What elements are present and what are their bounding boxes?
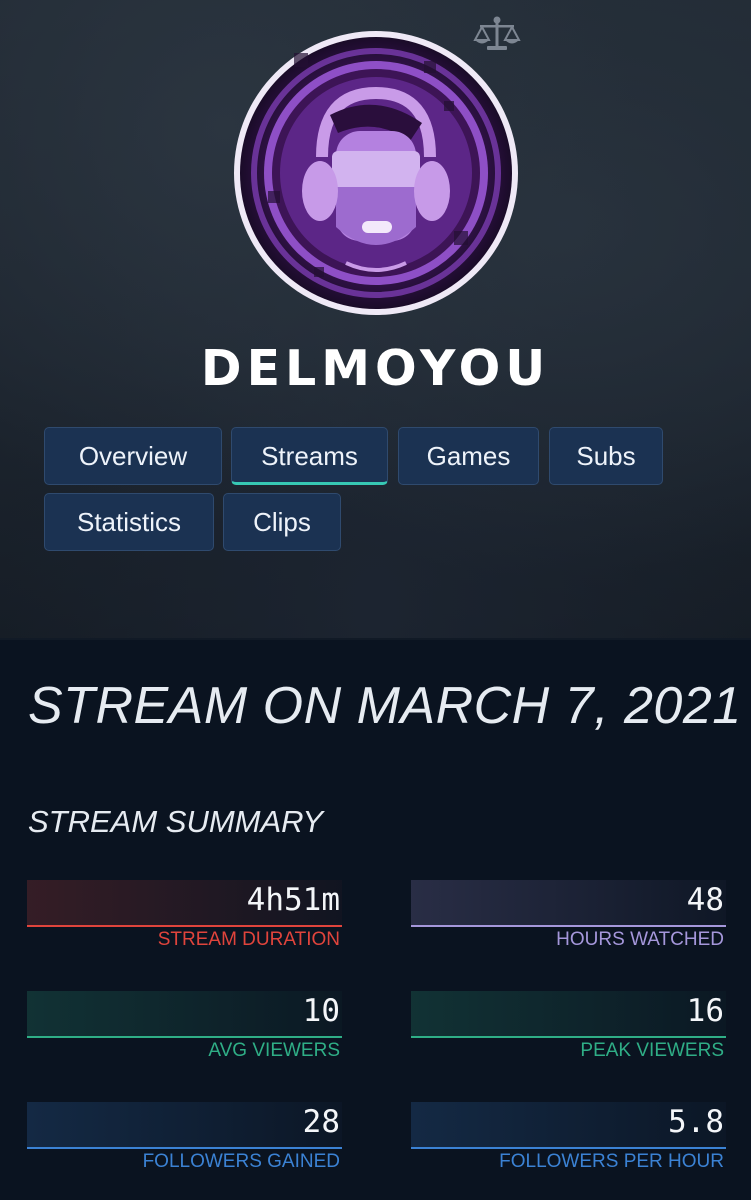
stat-followers-gained: 28 FOLLOWERS GAINED — [27, 1102, 342, 1172]
stat-stream-duration: 4h51m STREAM DURATION — [27, 880, 342, 950]
stat-underline — [411, 1147, 726, 1149]
stat-value: 16 — [686, 993, 724, 1029]
tab-overview[interactable]: Overview — [44, 427, 222, 485]
stat-hours-watched: 48 HOURS WATCHED — [411, 880, 726, 950]
stat-value: 10 — [302, 993, 340, 1029]
stat-underline — [27, 925, 342, 927]
stat-band — [411, 991, 726, 1036]
stat-band — [27, 991, 342, 1036]
stat-band — [411, 880, 726, 925]
stat-value: 48 — [686, 882, 724, 918]
stream-summary-heading: STREAM SUMMARY — [28, 804, 324, 839]
stat-underline — [411, 1036, 726, 1038]
channel-name: DELMOYOU — [200, 340, 551, 397]
stat-value: 28 — [302, 1104, 340, 1140]
stat-underline — [411, 925, 726, 927]
stat-underline — [27, 1036, 342, 1038]
stat-label: FOLLOWERS GAINED — [142, 1151, 340, 1172]
tab-statistics[interactable]: Statistics — [44, 493, 214, 551]
tab-streams[interactable]: Streams — [231, 427, 388, 485]
stat-label: STREAM DURATION — [157, 929, 340, 950]
stat-underline — [27, 1147, 342, 1149]
stat-band — [27, 1102, 342, 1147]
stat-followers-per-hour: 5.8 FOLLOWERS PER HOUR — [411, 1102, 726, 1172]
page-title: STREAM ON MARCH 7, 2021 — [28, 677, 742, 735]
stat-avg-viewers: 10 AVG VIEWERS — [27, 991, 342, 1061]
avatar[interactable] — [234, 31, 518, 315]
tab-subs[interactable]: Subs — [549, 427, 663, 485]
header-divider — [0, 638, 751, 640]
tab-clips[interactable]: Clips — [223, 493, 341, 551]
stat-peak-viewers: 16 PEAK VIEWERS — [411, 991, 726, 1061]
stat-label: HOURS WATCHED — [556, 929, 724, 950]
stat-label: AVG VIEWERS — [208, 1040, 340, 1061]
tab-games[interactable]: Games — [398, 427, 539, 485]
channel-header: DELMOYOU Overview Streams Games Subs Sta… — [0, 0, 751, 640]
stat-label: PEAK VIEWERS — [580, 1040, 724, 1061]
stat-label: FOLLOWERS PER HOUR — [499, 1151, 724, 1172]
stat-value: 4h51m — [246, 882, 340, 918]
stat-value: 5.8 — [668, 1104, 724, 1140]
headphones-avatar-icon — [240, 37, 512, 309]
